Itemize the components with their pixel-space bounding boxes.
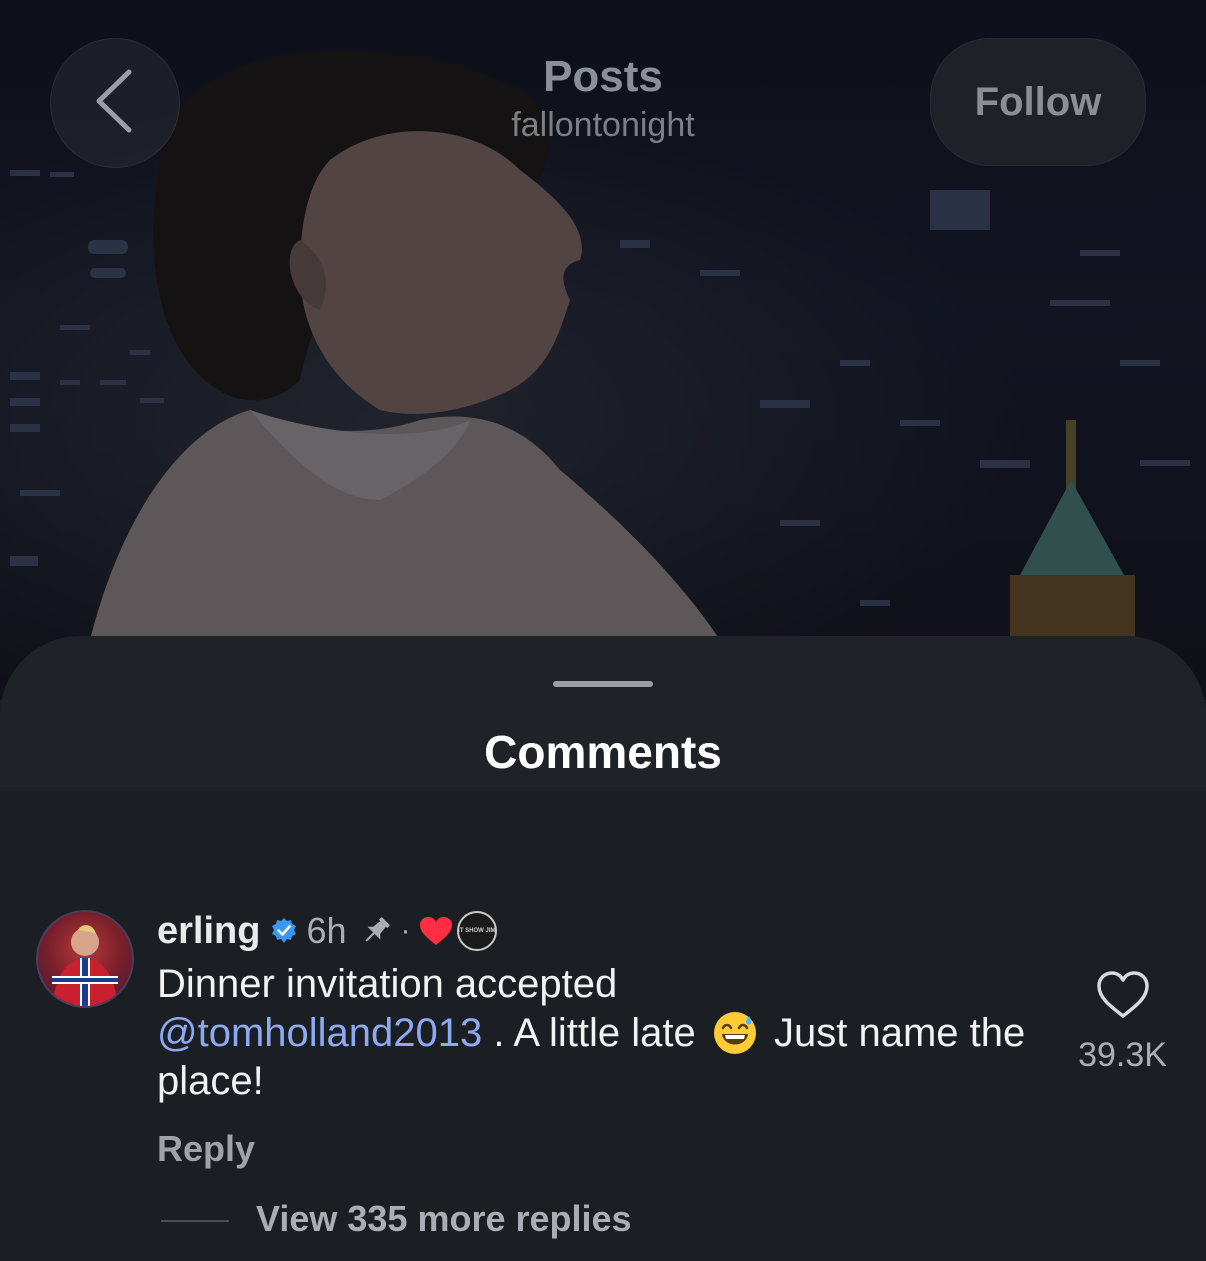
avatar[interactable] (36, 910, 134, 1008)
comments-sheet-header: Comments (0, 636, 1206, 791)
account-username[interactable]: fallontonight (403, 104, 803, 146)
comment-text-part2: . A little late (493, 1011, 696, 1055)
grinning-face-with-sweat-icon (711, 1008, 759, 1056)
creator-avatar-badge: THE TONIGHT SHOW JIMMY FALLON (456, 911, 497, 951)
page-title: Posts (543, 52, 663, 101)
follow-button[interactable]: Follow (930, 38, 1146, 166)
replies-divider-line (161, 1220, 229, 1222)
pin-icon (359, 914, 393, 948)
comment-text-line1: Dinner invitation accepted (157, 962, 618, 1006)
chevron-left-icon (91, 66, 139, 141)
comment-text: Dinner invitation accepted @tomholland20… (157, 960, 1037, 1105)
comment-meta: erling 6h · T SHOW JIM (157, 906, 497, 956)
meta-separator: · (400, 914, 411, 947)
comment-time: 6h (306, 910, 347, 951)
like-count: 39.3K (1078, 1036, 1167, 1074)
back-button[interactable] (50, 38, 180, 168)
view-more-replies-button[interactable]: View 335 more replies (256, 1198, 632, 1240)
comment-username[interactable]: erling (157, 910, 260, 953)
red-heart-icon (419, 916, 453, 946)
sheet-grab-handle[interactable] (553, 681, 653, 687)
comments-sheet: Comments erling 6h · T SHOW JIM Dinner i… (0, 636, 1206, 1261)
screen: Posts fallontonight Follow Comments erli… (0, 0, 1206, 1261)
verified-badge-icon (270, 917, 298, 945)
header-title-block: Posts fallontonight (403, 50, 803, 146)
heart-outline-icon (1096, 971, 1150, 1024)
like-button[interactable] (1096, 970, 1150, 1020)
mention-link[interactable]: @tomholland2013 (157, 1011, 482, 1055)
comments-title: Comments (484, 726, 722, 778)
reply-button[interactable]: Reply (157, 1128, 255, 1170)
